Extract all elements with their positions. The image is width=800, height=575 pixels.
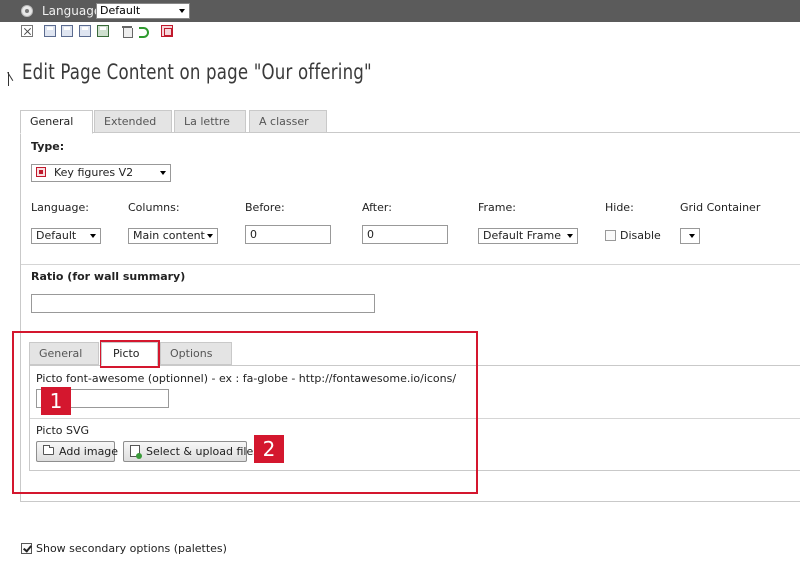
language-value: Default	[36, 229, 77, 242]
chevron-down-icon	[567, 234, 573, 238]
inner-tab-picto[interactable]: Picto	[101, 342, 158, 366]
language-label: Language:	[31, 201, 89, 214]
show-secondary-label: Show secondary options (palettes)	[36, 542, 227, 555]
grid-container-select[interactable]	[680, 228, 700, 244]
language-select[interactable]: Default	[31, 228, 101, 244]
close-icon[interactable]	[21, 25, 33, 37]
tab-a-classer[interactable]: A classer	[249, 110, 327, 133]
divider	[21, 264, 800, 265]
columns-select[interactable]: Main content	[128, 228, 218, 244]
save-icon[interactable]	[44, 25, 56, 37]
chevron-down-icon	[160, 171, 166, 175]
disable-label: Disable	[620, 229, 661, 242]
top-bar: Language: Default	[0, 0, 800, 22]
save-close-icon[interactable]	[97, 25, 109, 37]
hide-label: Hide:	[605, 201, 634, 214]
type-label: Type:	[31, 140, 65, 153]
delete-icon[interactable]	[121, 25, 133, 38]
top-language-value: Default	[100, 4, 141, 17]
type-select[interactable]: Key figures V2	[31, 164, 171, 182]
content-type-icon	[36, 167, 46, 177]
page-title: Edit Page Content on page "Our offering"	[22, 60, 372, 84]
tab-general[interactable]: General	[20, 110, 93, 134]
ratio-label: Ratio (for wall summary)	[31, 270, 186, 283]
mouse-cursor-icon	[8, 72, 16, 86]
tab-la-lettre[interactable]: La lettre	[174, 110, 246, 133]
annotation-badge-2: 2	[254, 435, 284, 463]
chevron-down-icon	[207, 234, 213, 238]
tab-extended[interactable]: Extended	[94, 110, 172, 133]
undo-icon[interactable]	[138, 25, 150, 38]
ratio-input[interactable]	[31, 294, 375, 313]
before-label: Before:	[245, 201, 285, 214]
annotation-highlight-section	[12, 331, 478, 494]
columns-label: Columns:	[128, 201, 180, 214]
chevron-down-icon	[90, 234, 96, 238]
globe-icon	[21, 5, 33, 17]
after-input[interactable]	[362, 225, 448, 244]
grid-container-label: Grid Container	[680, 201, 761, 214]
frame-label: Frame:	[478, 201, 516, 214]
show-secondary-checkbox[interactable]	[21, 543, 32, 554]
frame-value: Default Frame	[483, 229, 561, 242]
disable-checkbox[interactable]	[605, 230, 616, 241]
history-icon[interactable]	[161, 25, 173, 37]
frame-select[interactable]: Default Frame	[478, 228, 578, 244]
after-label: After:	[362, 201, 392, 214]
save-new-icon[interactable]	[79, 25, 91, 37]
columns-value: Main content	[133, 229, 205, 242]
chevron-down-icon	[179, 9, 185, 13]
save-view-icon[interactable]	[61, 25, 73, 37]
type-value: Key figures V2	[54, 166, 134, 179]
before-input[interactable]	[245, 225, 331, 244]
top-language-select[interactable]: Default	[96, 3, 190, 19]
chevron-down-icon	[689, 234, 695, 238]
annotation-badge-1: 1	[41, 387, 71, 415]
